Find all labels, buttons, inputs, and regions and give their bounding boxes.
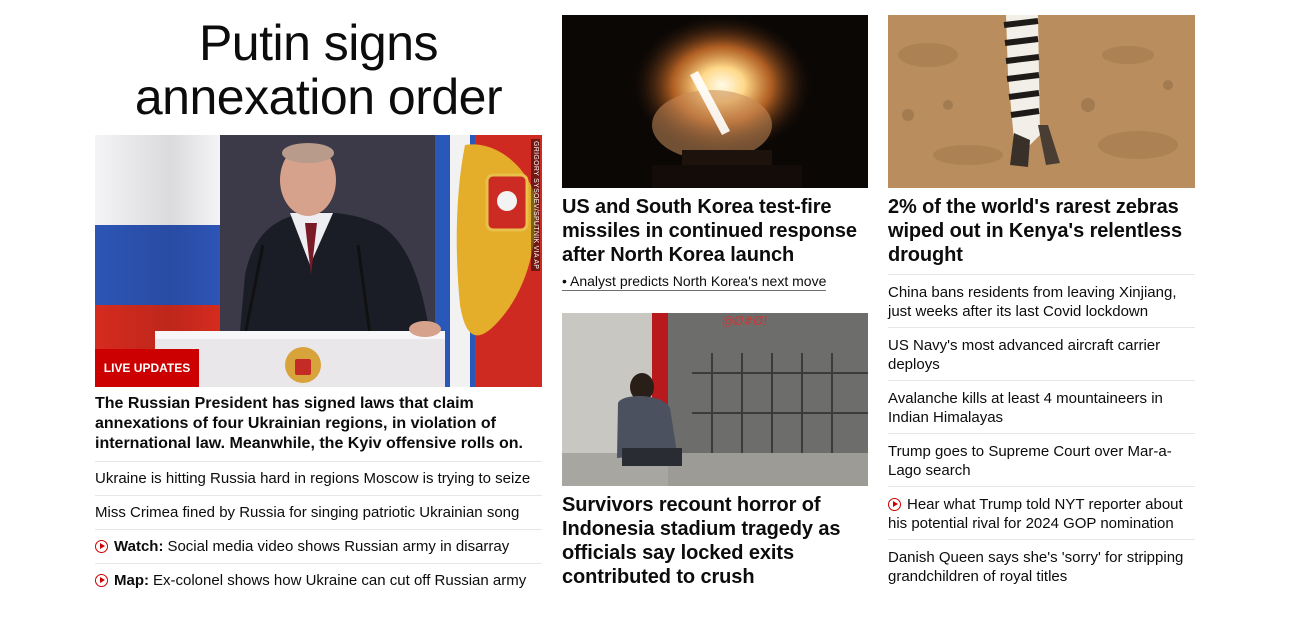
headline-link[interactable]: Avalanche kills at least 4 mountaineers … xyxy=(888,380,1195,433)
related-links: Ukraine is hitting Russia hard in region… xyxy=(95,461,542,597)
play-circle-icon xyxy=(95,540,108,553)
headline-link[interactable]: Danish Queen says she's 'sorry' for stri… xyxy=(888,539,1195,592)
main-headline[interactable]: Putin signs annexation order xyxy=(95,16,542,124)
stadium-headline[interactable]: Survivors recount horror of Indonesia st… xyxy=(562,493,868,589)
main-story-summary[interactable]: The Russian President has signed laws th… xyxy=(95,394,542,454)
headline-list: China bans residents from leaving Xinjia… xyxy=(888,274,1195,592)
related-link-text: Ex-colonel shows how Ukraine can cut off… xyxy=(153,572,527,589)
zebra-drought-photo xyxy=(888,15,1195,188)
headline-link[interactable]: China bans residents from leaving Xinjia… xyxy=(888,274,1195,327)
missile-launch-image[interactable] xyxy=(562,15,868,188)
svg-text:@Ø#Ø!: @Ø#Ø! xyxy=(722,314,768,328)
image-credit: GRIGORY SYSOEV/SPUTNIK VIA AP xyxy=(531,139,540,272)
main-story-image[interactable]: GRIGORY SYSOEV/SPUTNIK VIA AP LIVE UPDAT… xyxy=(95,135,542,387)
zebra-image[interactable] xyxy=(888,15,1195,188)
related-link[interactable]: Ukraine is hitting Russia hard in region… xyxy=(95,461,542,495)
related-video-link[interactable]: Map: Ex-colonel shows how Ukraine can cut… xyxy=(95,563,542,597)
related-link-text: Ukraine is hitting Russia hard in region… xyxy=(95,470,531,487)
headline-link[interactable]: US Navy's most advanced aircraft carrier… xyxy=(888,327,1195,380)
live-updates-badge[interactable]: LIVE UPDATES xyxy=(95,349,199,387)
missile-launch-photo xyxy=(562,15,868,188)
related-link-text: Miss Crimea fined by Russia for singing … xyxy=(95,504,520,521)
headline-link[interactable]: Trump goes to Supreme Court over Mar-a-L… xyxy=(888,433,1195,486)
related-link-text: Social media video shows Russian army in… xyxy=(167,538,510,555)
headline-link-text: Hear what Trump told NYT reporter about … xyxy=(888,496,1183,532)
play-circle-icon xyxy=(95,574,108,587)
stadium-image[interactable]: @Ø#Ø! xyxy=(562,313,868,486)
analyst-link[interactable]: • Analyst predicts North Korea's next mo… xyxy=(562,272,827,291)
link-prefix: Watch: xyxy=(114,538,164,555)
missile-headline[interactable]: US and South Korea test-fire missiles in… xyxy=(562,195,868,267)
related-link[interactable]: Miss Crimea fined by Russia for singing … xyxy=(95,495,542,529)
headline-video-link[interactable]: Hear what Trump told NYT reporter about … xyxy=(888,486,1195,539)
main-story: Putin signs annexation order GRIGORY SYS… xyxy=(95,0,542,589)
play-circle-icon xyxy=(888,498,901,511)
zebra-headline[interactable]: 2% of the world's rarest zebras wiped ou… xyxy=(888,195,1195,267)
related-video-link[interactable]: Watch: Social media video shows Russian a… xyxy=(95,529,542,563)
stadium-survivor-photo: @Ø#Ø! xyxy=(562,313,868,486)
link-prefix: Map: xyxy=(114,572,149,589)
